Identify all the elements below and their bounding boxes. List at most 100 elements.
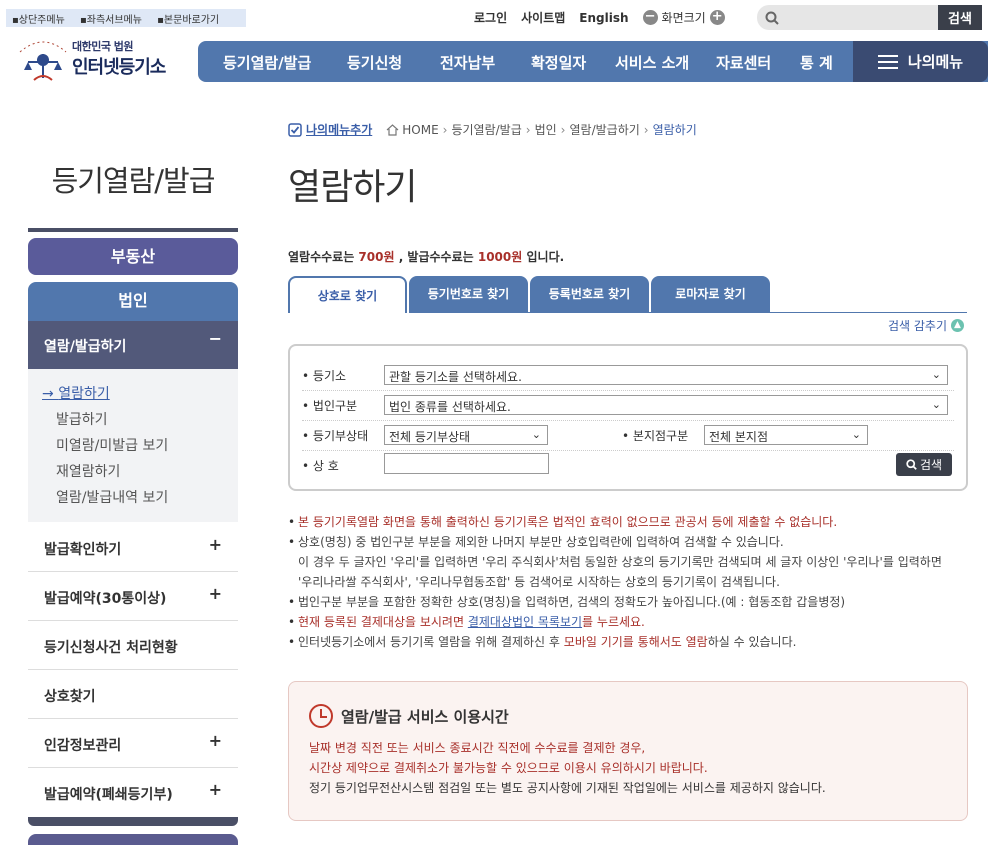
tab-reg-number[interactable]: 등기번호로 찾기 [409, 276, 528, 313]
logo-text: 대한민국 법원 인터넷등기소 [72, 38, 166, 79]
breadcrumb-item[interactable]: 등기열람/발급 [451, 121, 521, 138]
hide-search-toggle[interactable]: 검색 감추기 ▲ [888, 317, 965, 334]
lnb-sub-view[interactable]: → 열람하기 [42, 383, 238, 409]
expand-icon: + [208, 780, 222, 799]
lnb-sub-review[interactable]: 재열람하기 [42, 461, 238, 487]
lnb-sub-view-label: 열람하기 [58, 386, 110, 402]
search-form: • 등기소 관할 등기소를 선택하세요. ⌄ • 법인구분 법인 종류를 선택하세… [288, 344, 968, 491]
lnb-category-corporation[interactable]: 법인 [28, 282, 238, 322]
login-link[interactable]: 로그인 [474, 9, 507, 26]
branch-label: • 본지점구분 [622, 429, 689, 443]
add-my-menu-link[interactable]: 나의메뉴추가 [288, 121, 372, 138]
zoom-in-icon[interactable]: + [709, 10, 725, 25]
site-logo[interactable]: 대한민국 법원 인터넷등기소 [14, 32, 166, 84]
lnb-next-category[interactable] [28, 834, 238, 845]
notice-item: • 인터넷등기소에서 등기기록 열람을 위해 결제하신 후 모바일 기기를 통해서… [288, 635, 797, 649]
checkbox-icon [288, 122, 302, 137]
expand-icon: + [208, 584, 222, 603]
registry-select-value: 관할 등기소를 선택하세요. [389, 370, 522, 384]
lnb-item-label: 발급확인하기 [44, 542, 122, 558]
search-input[interactable] [783, 10, 938, 25]
gnb-item-view-issue[interactable]: 등기열람/발급 [223, 52, 311, 73]
lnb-item-name-search[interactable]: 상호찾기 [28, 670, 238, 719]
lnb-active-view-issue[interactable]: 열람/발급하기 − [28, 321, 238, 369]
company-name-input[interactable] [384, 453, 549, 474]
sitemap-link[interactable]: 사이트맵 [521, 9, 565, 26]
skip-links: ▪상단주메뉴 ▪좌측서브메뉴 ▪본문바로가기 [6, 9, 246, 27]
form-search-button[interactable]: 검색 [896, 453, 952, 476]
lnb-sub-unviewed[interactable]: 미열람/미발급 보기 [42, 435, 238, 461]
search-tabs: 상호로 찾기 등기번호로 찾기 등록번호로 찾기 로마자로 찾기 [288, 276, 772, 313]
service-note: 날짜 변경 직전 또는 서비스 종료시간 직전에 수수료를 결제한 경우, [309, 741, 646, 755]
breadcrumb-home[interactable]: HOME [402, 123, 438, 137]
lnb-item-case-status[interactable]: 등기신청사건 처리현황 [28, 621, 238, 670]
chevron-right-icon: › [442, 122, 448, 137]
tab-name-search[interactable]: 상호로 찾기 [288, 276, 407, 313]
payment-corp-list-link[interactable]: 결제대상법인 목록보기 [468, 615, 582, 629]
notice-list: • 본 등기기록열람 화면을 통해 출력하신 등기기록은 법적인 효력이 없으므로… [288, 512, 968, 652]
row-divider [302, 420, 954, 421]
lnb-title: 등기열람/발급 [51, 164, 216, 198]
lnb-sub-history[interactable]: 열람/발급내역 보기 [42, 487, 238, 513]
notice-item-cont: 이 경우 두 글자인 '우리'를 입력하면 '우리 주식회사'처럼 동일한 상호… [298, 555, 942, 569]
breadcrumb-item[interactable]: 열람/발급하기 [569, 121, 639, 138]
status-select[interactable]: 전체 등기부상태 ⌄ [384, 425, 548, 445]
gnb-item-data-center[interactable]: 자료센터 [716, 52, 771, 73]
status-select-value: 전체 등기부상태 [389, 430, 471, 444]
english-link[interactable]: English [579, 11, 628, 25]
lnb-sub-issue[interactable]: 발급하기 [42, 409, 238, 435]
branch-select-value: 전체 본지점 [709, 430, 769, 444]
tab-corp-number[interactable]: 등록번호로 찾기 [530, 276, 649, 313]
lnb-divider [28, 228, 238, 232]
skip-link-content[interactable]: ▪본문바로가기 [157, 15, 225, 26]
registry-select[interactable]: 관할 등기소를 선택하세요. ⌄ [384, 365, 948, 385]
chevron-right-icon: › [643, 122, 649, 137]
lnb-item-reserve-30[interactable]: 발급예약(30통이상) + [28, 572, 238, 621]
skip-link-left-label: 좌측서브메뉴 [86, 15, 142, 26]
chevron-down-icon: ⌄ [851, 428, 861, 441]
chevron-up-icon: ▲ [951, 319, 965, 332]
service-hours-box: 열람/발급 서비스 이용시간 날짜 변경 직전 또는 서비스 종료시간 직전에 … [288, 681, 968, 821]
my-menu-button[interactable]: 나의메뉴 [853, 41, 988, 82]
lnb-item-label: 발급예약(폐쇄등기부) [44, 787, 173, 803]
lnb-item-label: 상호찾기 [44, 689, 96, 705]
gnb-item-service-intro[interactable]: 서비스 소개 [615, 52, 689, 73]
search-button[interactable]: 검색 [938, 5, 982, 30]
chevron-right-icon: › [560, 122, 566, 137]
screen-size-control: − 화면크기 + [642, 9, 725, 26]
branch-select[interactable]: 전체 본지점 ⌄ [704, 425, 868, 445]
skip-link-top[interactable]: ▪상단주메뉴 [12, 15, 71, 26]
skip-link-left[interactable]: ▪좌측서브메뉴 [80, 15, 148, 26]
lnb-submenu: → 열람하기 발급하기 미열람/미발급 보기 재열람하기 열람/발급내역 보기 [28, 369, 238, 522]
hamburger-icon [877, 54, 898, 69]
search-icon [906, 459, 917, 470]
lnb-item-seal-info[interactable]: 인감정보관리 + [28, 719, 238, 768]
registry-label: • 등기소 [302, 369, 347, 383]
main-nav: 등기열람/발급 등기신청 전자납부 확정일자 서비스 소개 자료센터 통 계 나… [198, 41, 988, 82]
lnb-item-label: 인감정보관리 [44, 738, 122, 754]
corp-type-label: • 법인구분 [302, 399, 358, 413]
gnb-item-application[interactable]: 등기신청 [347, 52, 402, 73]
lnb-item-label: 발급예약(30통이상) [44, 591, 167, 607]
gnb-item-fixed-date[interactable]: 확정일자 [531, 52, 586, 73]
page-title: 열람하기 [288, 167, 417, 208]
view-fee: 700원 [358, 250, 395, 264]
lnb-item-issue-confirm[interactable]: 발급확인하기 + [28, 523, 238, 572]
lnb-category-real-estate[interactable]: 부동산 [28, 238, 238, 275]
gnb-item-payment[interactable]: 전자납부 [440, 52, 495, 73]
zoom-out-icon[interactable]: − [642, 10, 658, 25]
skip-link-content-label: 본문바로가기 [163, 15, 220, 26]
gnb-item-statistics[interactable]: 통 계 [800, 52, 833, 73]
search-icon [765, 11, 779, 25]
fee-text: 열람수수료는 [288, 250, 359, 264]
expand-icon: + [208, 535, 222, 554]
logo-org: 대한민국 법원 [72, 39, 134, 53]
my-menu-label: 나의메뉴 [907, 53, 964, 71]
breadcrumb-item[interactable]: 법인 [535, 121, 557, 138]
tab-roman[interactable]: 로마자로 찾기 [651, 276, 770, 313]
utility-nav: 로그인 사이트맵 English − 화면크기 + [474, 9, 725, 26]
row-divider [302, 450, 954, 451]
row-divider [302, 390, 954, 391]
corp-type-select[interactable]: 법인 종류를 선택하세요. ⌄ [384, 395, 948, 415]
lnb-item-reserve-closed[interactable]: 발급예약(폐쇄등기부) + [28, 768, 238, 817]
